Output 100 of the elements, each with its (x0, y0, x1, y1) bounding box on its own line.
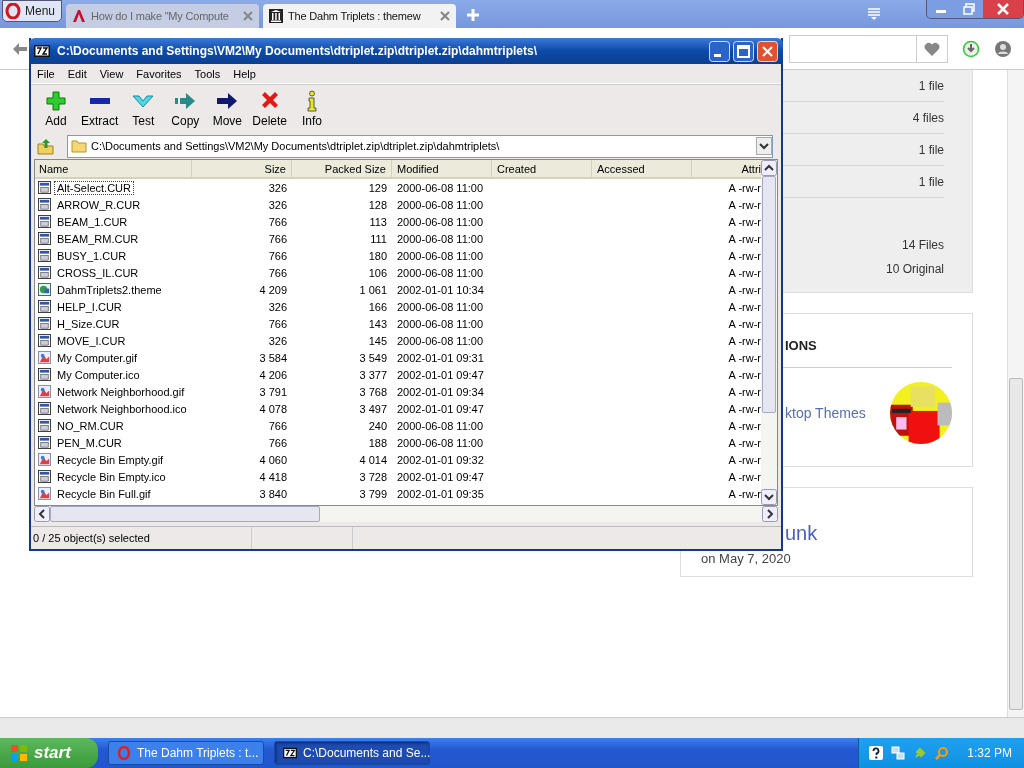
table-cell-text: 326 (267, 299, 288, 315)
table-cell-text: A -rw-r (727, 452, 761, 468)
theme-link[interactable]: ktop Themes (785, 405, 866, 421)
table-cell-text: 766 (267, 248, 288, 264)
close-icon[interactable] (243, 11, 254, 21)
file-icon (38, 181, 51, 194)
page-scrollbar[interactable] (1007, 70, 1024, 717)
file-icon (38, 266, 51, 279)
up-folder-icon[interactable] (37, 137, 55, 155)
opera-logo-icon (5, 3, 21, 19)
arrow-icon (216, 90, 239, 112)
file-name[interactable]: DahmTriplets2.theme (54, 282, 165, 297)
download-icon[interactable] (962, 39, 980, 58)
table-cell-text: 2002-01-01 09:47 (396, 401, 485, 417)
file-name[interactable]: MOVE_I.CUR (54, 333, 129, 348)
file-name[interactable]: HELP_I.CUR (54, 299, 125, 314)
address-bar[interactable] (789, 34, 916, 63)
file-name[interactable]: PEN_M.CUR (54, 435, 125, 450)
file-name[interactable]: BEAM_1.CUR (54, 214, 131, 229)
table-cell-text: 3 497 (358, 401, 388, 417)
minimize-icon[interactable] (709, 40, 730, 62)
table-cell-text: A -rw-r (727, 435, 761, 451)
toolbar-button[interactable]: Copy (164, 90, 207, 128)
table-cell-text: 2000-06-08 11:00 (396, 197, 485, 213)
archiver-logo-icon (283, 746, 297, 760)
help-icon[interactable] (869, 746, 884, 760)
column-header[interactable]: Accessed (592, 160, 692, 177)
post-title-link[interactable]: unk (785, 522, 818, 544)
column-header[interactable]: Attri (692, 160, 761, 177)
file-name[interactable]: NO_RM.CUR (54, 418, 127, 433)
table-cell-text: 2002-01-01 09:31 (396, 350, 485, 366)
list-horizontal-scrollbar[interactable] (34, 506, 778, 522)
browser-tab[interactable]: How do I make "My Compute (66, 4, 260, 28)
column-header[interactable]: Name (35, 160, 192, 177)
path-field[interactable]: C:\Documents and Settings\VM2\My Documents\dtriplet.zip\dtriplet.zip\dahmtriplets\ (67, 134, 773, 158)
close-icon[interactable] (983, 0, 1023, 18)
column-header[interactable]: Size (192, 160, 292, 177)
table-cell-text: 2002-01-01 09:35 (396, 486, 485, 502)
column-header[interactable]: Packed Size (292, 160, 392, 177)
list-scrollbar[interactable] (761, 160, 777, 505)
toolbar-button[interactable]: Extract (77, 90, 123, 128)
toolbar-button[interactable]: Test (122, 90, 165, 128)
table-cell-text: 766 (267, 214, 288, 230)
file-name[interactable]: Recycle Bin Empty.ico (54, 469, 169, 484)
table-cell-text: 766 (267, 231, 288, 247)
file-name[interactable]: Alt-Select.CUR (54, 180, 134, 195)
scroll-down-icon[interactable] (761, 489, 777, 505)
table-cell-text: 113 (368, 214, 388, 230)
file-name[interactable]: Recycle Bin Empty.gif (54, 452, 167, 467)
file-name[interactable]: BEAM_RM.CUR (54, 231, 142, 246)
table-cell-text: 766 (267, 435, 288, 451)
bookmark-button[interactable] (916, 34, 948, 63)
file-name[interactable]: Recycle Bin Full.gif (54, 486, 154, 501)
stash-icon[interactable] (866, 6, 882, 22)
file-name[interactable]: My Computer.ico (54, 367, 143, 382)
table-cell-text: 326 (267, 197, 288, 213)
plug-icon[interactable] (913, 746, 928, 760)
maximize-icon[interactable] (733, 40, 754, 62)
browser-tab[interactable]: The Dahm Triplets : themew (263, 4, 457, 28)
new-tab-icon[interactable] (466, 8, 481, 22)
menu-item[interactable]: Help (233, 67, 256, 80)
toolbar-button[interactable]: Delete (248, 90, 292, 128)
scroll-left-icon[interactable] (34, 506, 50, 522)
column-header[interactable]: Created (492, 160, 592, 177)
table-cell-text: 326 (267, 333, 288, 349)
file-name[interactable]: CROSS_IL.CUR (54, 265, 142, 280)
toolbar-button[interactable]: Add (35, 90, 77, 128)
file-name[interactable]: My Computer.gif (54, 350, 141, 365)
table-cell-text: 180 (367, 248, 388, 264)
taskbar-button[interactable]: C:\Documents and Se... (274, 741, 430, 765)
file-name[interactable]: Network Neighborhood.ico (54, 401, 190, 416)
table-cell-text: 2002-01-01 10:34 (396, 282, 485, 298)
network-icon[interactable] (891, 746, 906, 760)
taskbar-button[interactable]: The Dahm Triplets : t... (108, 741, 264, 765)
page-horizontal-scrollbar[interactable] (0, 717, 1024, 738)
file-icon (38, 215, 51, 228)
menu-item[interactable]: View (99, 67, 124, 80)
table-cell-text: 2000-06-08 11:00 (396, 231, 485, 247)
table-cell-text: 2002-01-01 09:34 (396, 384, 485, 400)
table-cell-text: 188 (367, 435, 388, 451)
table-cell-text: 2002-01-01 09:32 (396, 452, 485, 468)
file-name[interactable]: ARROW_R.CUR (54, 197, 144, 212)
toolbar-button[interactable]: Move (206, 90, 249, 128)
menu-item[interactable]: File (37, 67, 55, 80)
menu-item[interactable]: Favorites (136, 67, 182, 80)
menu-button[interactable]: Menu (2, 0, 63, 22)
scroll-up-icon[interactable] (761, 160, 777, 176)
profile-icon[interactable] (994, 39, 1012, 58)
file-name[interactable]: H_Size.CUR (54, 316, 123, 331)
file-name[interactable]: Network Neighborhood.gif (54, 384, 188, 399)
toolbar-button[interactable]: Info (291, 90, 334, 128)
scroll-right-icon[interactable] (762, 506, 778, 522)
menu-item[interactable]: Edit (67, 67, 87, 80)
column-header[interactable]: Modified (392, 160, 492, 177)
file-icon (38, 419, 51, 432)
file-name[interactable]: BUSY_1.CUR (54, 248, 130, 263)
menu-item[interactable]: Tools (194, 67, 221, 80)
window-title: C:\Documents and Settings\VM2\My Documents\dtriplet.zip\dtriplet.zip\dahmtriplets\ (57, 44, 538, 58)
close-icon[interactable] (440, 11, 451, 21)
back-arrow-icon[interactable] (12, 41, 28, 56)
